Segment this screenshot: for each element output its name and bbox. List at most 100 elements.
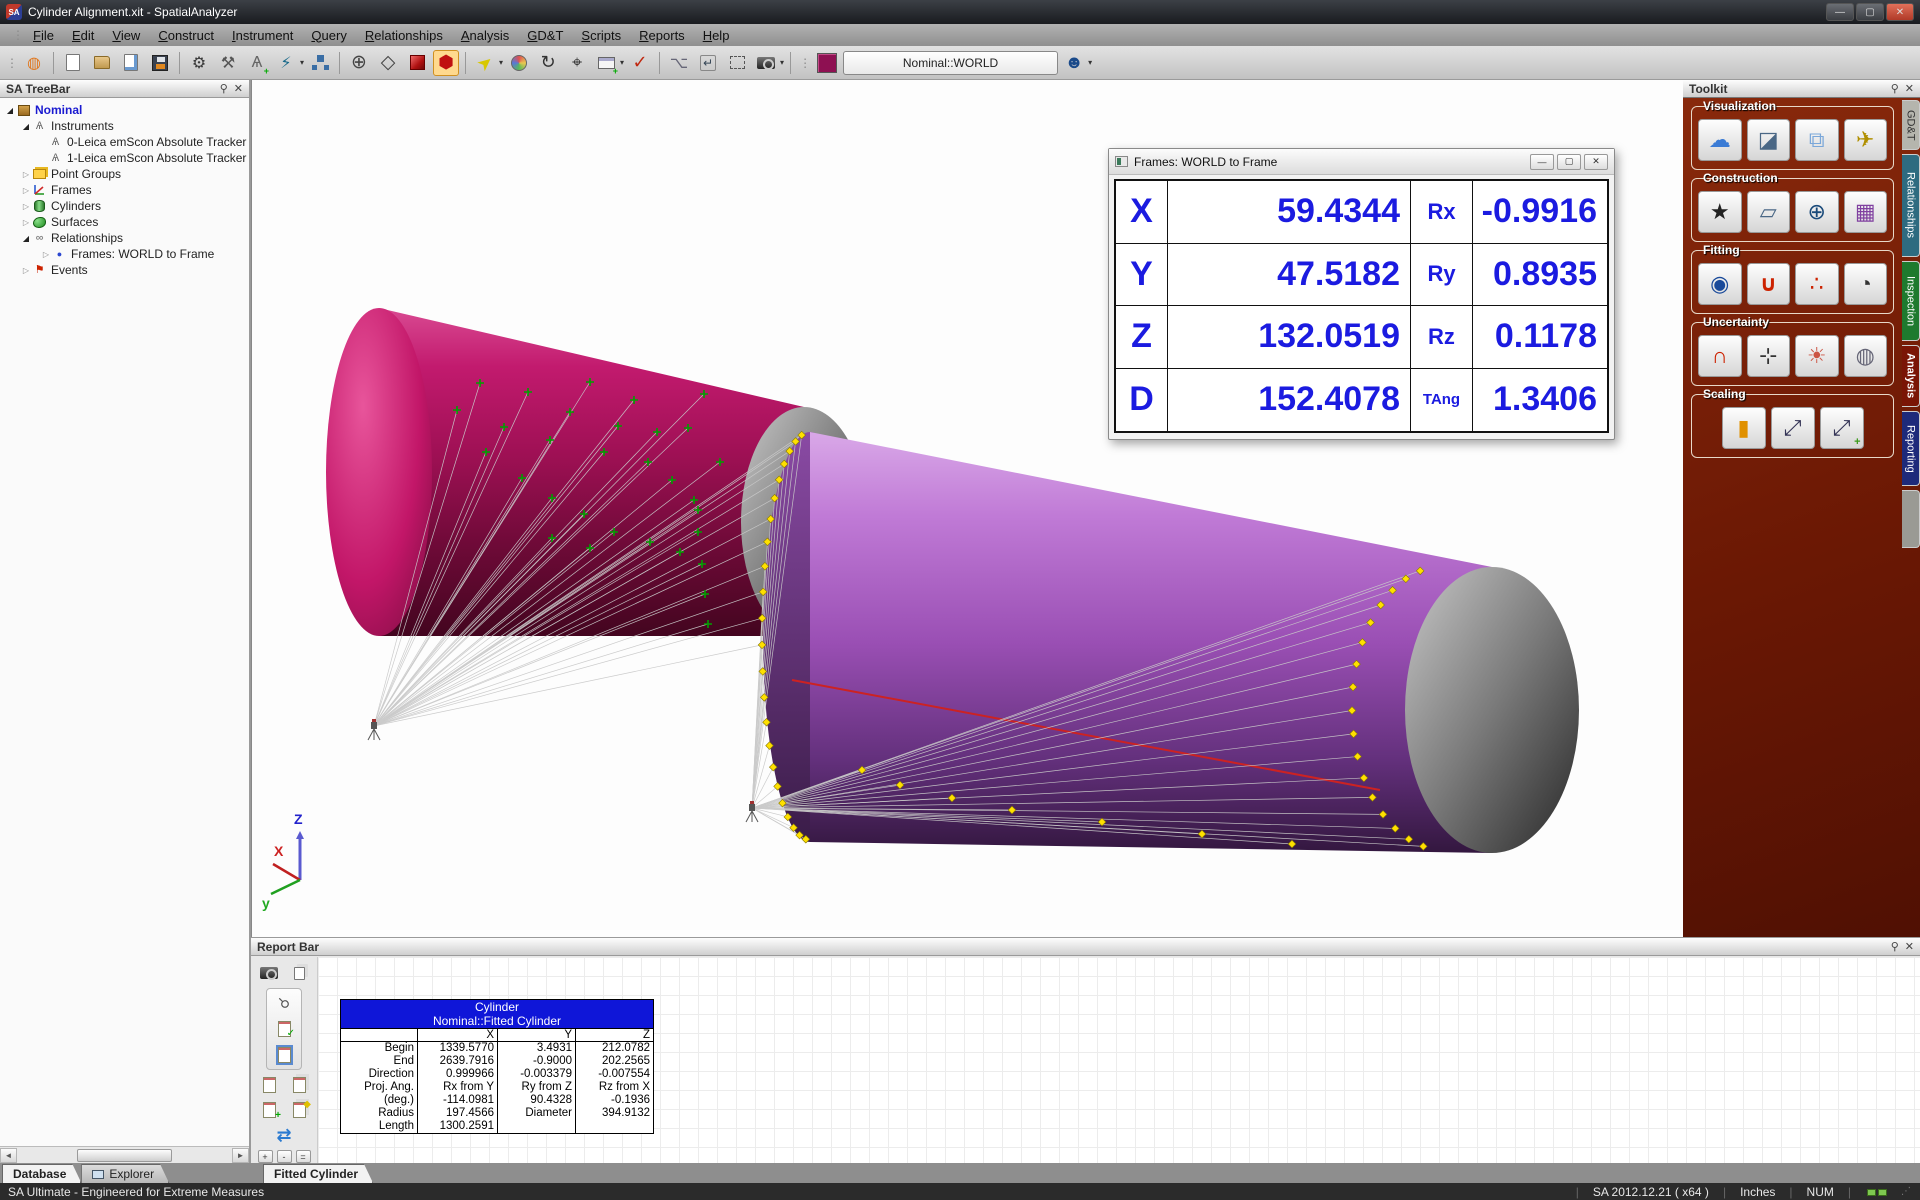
tab-stub[interactable] <box>1902 490 1920 548</box>
run-interface-icon[interactable]: ⚡ <box>273 50 299 76</box>
close-icon[interactable]: ✕ <box>1905 940 1914 953</box>
inspect-magnifier-icon[interactable]: ⚲ <box>269 988 299 1018</box>
wire-box-icon[interactable]: ◇ <box>375 50 401 76</box>
overflow-chevron-icon[interactable]: ▾ <box>1088 58 1092 67</box>
tab-gdt[interactable]: GD&T <box>1902 100 1920 150</box>
frame-manager-icon[interactable]: ☻ <box>1061 50 1087 76</box>
wire-sphere-icon[interactable]: ⊕ <box>346 50 372 76</box>
menu-analysis[interactable]: Analysis <box>452 26 518 45</box>
frames-world-to-frame-dialog[interactable]: Frames: WORLD to Frame — ▢ ✕ X 59.4344 R… <box>1108 148 1615 440</box>
add-instrument-icon[interactable]: Ѧ+ <box>244 50 270 76</box>
report-check-icon[interactable]: ✓ <box>273 1019 295 1039</box>
tree-item-relationships[interactable]: ◢ ∞ Relationships <box>0 230 249 246</box>
palette-icon[interactable] <box>506 50 532 76</box>
close-icon[interactable]: ✕ <box>234 82 243 95</box>
tab-database[interactable]: Database <box>2 1164 81 1183</box>
toolbar-grip[interactable]: ⋮ <box>6 56 16 70</box>
thermometer-scale-icon[interactable]: ▮ <box>1722 407 1766 449</box>
tree-item-tracker-1[interactable]: Ѧ 1-Leica emScon Absolute Tracker (AT90 <box>0 150 249 166</box>
copy-pages-icon[interactable] <box>288 963 310 983</box>
dialog-title-bar[interactable]: Frames: WORLD to Frame — ▢ ✕ <box>1109 149 1614 175</box>
menu-query[interactable]: Query <box>302 26 355 45</box>
wrench-icon[interactable]: ⚒ <box>215 50 241 76</box>
expander-icon[interactable]: ▷ <box>20 170 32 179</box>
expander-icon[interactable]: ▷ <box>20 266 32 275</box>
active-color-swatch[interactable] <box>814 50 840 76</box>
menu-scripts[interactable]: Scripts <box>572 26 630 45</box>
tree-item-nominal[interactable]: ◢ Nominal <box>0 102 249 118</box>
pin-icon[interactable]: ⚲ <box>1891 940 1899 953</box>
save-file-icon[interactable] <box>147 50 173 76</box>
menu-reports[interactable]: Reports <box>630 26 694 45</box>
toolbar-grip[interactable]: ⋮ <box>12 28 22 42</box>
expander-icon[interactable]: ◢ <box>20 234 32 243</box>
menu-file[interactable]: File <box>24 26 63 45</box>
scale-bar-add-icon[interactable]: ⤢+ <box>1820 407 1864 449</box>
tree-item-surfaces[interactable]: ▷ Surfaces <box>0 214 249 230</box>
scale-bar-view-icon[interactable]: ⤢ <box>1771 407 1815 449</box>
surface-pick-icon[interactable]: ▱ <box>1747 191 1791 233</box>
check-brush-icon[interactable]: ✓ <box>627 50 653 76</box>
enter-return-icon[interactable]: ↵ <box>695 50 721 76</box>
menu-help[interactable]: Help <box>694 26 739 45</box>
tab-inspection[interactable]: Inspection <box>1902 261 1920 341</box>
callout-dropdown-icon[interactable]: ▾ <box>620 58 624 67</box>
solid-cube-icon[interactable] <box>404 50 430 76</box>
uncertainty-field-icon[interactable]: ∩ <box>1698 335 1742 377</box>
refresh-icon[interactable]: ⇄ <box>273 1125 295 1145</box>
tab-explorer[interactable]: Explorer <box>81 1164 169 1183</box>
expander-icon[interactable]: ◢ <box>4 106 16 115</box>
color-voxel-icon[interactable]: ▦ <box>1844 191 1888 233</box>
zoom-in-button[interactable]: + <box>258 1150 273 1163</box>
fit-checker-magnet-icon[interactable]: ∪ <box>1747 263 1791 305</box>
tree-hierarchy-icon[interactable]: ⌥ <box>666 50 692 76</box>
callout-add-icon[interactable]: + <box>593 50 619 76</box>
menu-view[interactable]: View <box>103 26 149 45</box>
menu-instrument[interactable]: Instrument <box>223 26 302 45</box>
uncertainty-cloud-icon[interactable]: ☀ <box>1795 335 1839 377</box>
pin-icon[interactable]: ⚲ <box>1891 82 1899 95</box>
instrument-network-icon[interactable] <box>307 50 333 76</box>
tab-analysis[interactable]: Analysis <box>1902 345 1920 407</box>
screenshot-camera-icon[interactable] <box>753 50 779 76</box>
close-icon[interactable]: ✕ <box>1905 82 1914 95</box>
run-dropdown-icon[interactable]: ▾ <box>300 58 304 67</box>
dialog-minimize-icon[interactable]: — <box>1530 154 1554 170</box>
report-add-icon[interactable]: + <box>258 1100 280 1120</box>
status-units[interactable]: Inches <box>1740 1185 1775 1199</box>
fly-through-icon[interactable]: ✈ <box>1844 119 1888 161</box>
menu-construct[interactable]: Construct <box>149 26 223 45</box>
fit-circle-icon[interactable]: ◉ <box>1698 263 1742 305</box>
rotate-view-icon[interactable]: ↻ <box>535 50 561 76</box>
pin-icon[interactable]: ⚲ <box>220 82 228 95</box>
close-button[interactable]: ✕ <box>1886 3 1914 21</box>
open-file-icon[interactable] <box>89 50 115 76</box>
tree-item-frames[interactable]: ▷ Frames <box>0 182 249 198</box>
tab-fitted-cylinder[interactable]: Fitted Cylinder <box>263 1164 373 1183</box>
menu-gdt[interactable]: GD&T <box>518 26 572 45</box>
point-cloud-filter-icon[interactable]: ☁ <box>1698 119 1742 161</box>
expander-icon[interactable]: ▷ <box>20 202 32 211</box>
circle-center-icon[interactable]: ⊕ <box>1795 191 1839 233</box>
expander-icon[interactable]: ◢ <box>20 122 32 131</box>
clipping-plane-icon[interactable]: ◪ <box>1747 119 1791 161</box>
report-stack-new-icon[interactable]: ◆ <box>288 1100 310 1120</box>
tree-item-frames-world-to-frame[interactable]: ▷ ● Frames: WORLD to Frame <box>0 246 249 262</box>
settings-gear-icon[interactable]: ⚙ <box>186 50 212 76</box>
uncertainty-tracker-icon[interactable]: ⊹ <box>1747 335 1791 377</box>
zoom-fit-button[interactable]: = <box>296 1150 311 1163</box>
report-single-icon[interactable] <box>258 1075 280 1095</box>
menu-edit[interactable]: Edit <box>63 26 103 45</box>
snapshot-camera-icon[interactable] <box>258 963 280 983</box>
scrollbar-thumb[interactable] <box>77 1149 172 1162</box>
new-file-icon[interactable] <box>60 50 86 76</box>
scroll-left-icon[interactable]: ◄ <box>0 1148 17 1163</box>
tree-item-events[interactable]: ▷ ⚑ Events <box>0 262 249 278</box>
tree-item-instruments[interactable]: ◢ Ѧ Instruments <box>0 118 249 134</box>
pan-view-icon[interactable]: ⌖ <box>564 50 590 76</box>
tree-item-cylinders[interactable]: ▷ Cylinders <box>0 198 249 214</box>
dialog-close-icon[interactable]: ✕ <box>1584 154 1608 170</box>
report-page-grid[interactable]: Cylinder Nominal::Fitted Cylinder X YZ B… <box>317 957 1920 1163</box>
purple-cylinder[interactable] <box>763 432 1579 853</box>
resize-grip-icon[interactable]: ⋰ <box>1901 1186 1912 1197</box>
